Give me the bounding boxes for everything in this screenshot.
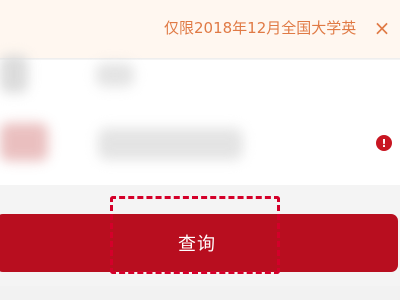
banner-text: 仅限2018年12月全国大学英: [164, 19, 357, 37]
query-form-card: [0, 60, 400, 185]
blurred-field-label-3: [0, 123, 48, 161]
close-icon[interactable]: ×: [372, 18, 392, 38]
bottom-strip: [0, 286, 400, 300]
blurred-field-label-1: [0, 55, 28, 93]
query-button-label: 查询: [178, 234, 216, 255]
query-button[interactable]: 查询: [0, 214, 398, 272]
top-banner: 仅限2018年12月全国大学英 ×: [0, 0, 400, 59]
error-icon: !: [376, 135, 392, 151]
blurred-field-input[interactable]: [98, 128, 243, 160]
blurred-field-label-2: [96, 63, 134, 87]
